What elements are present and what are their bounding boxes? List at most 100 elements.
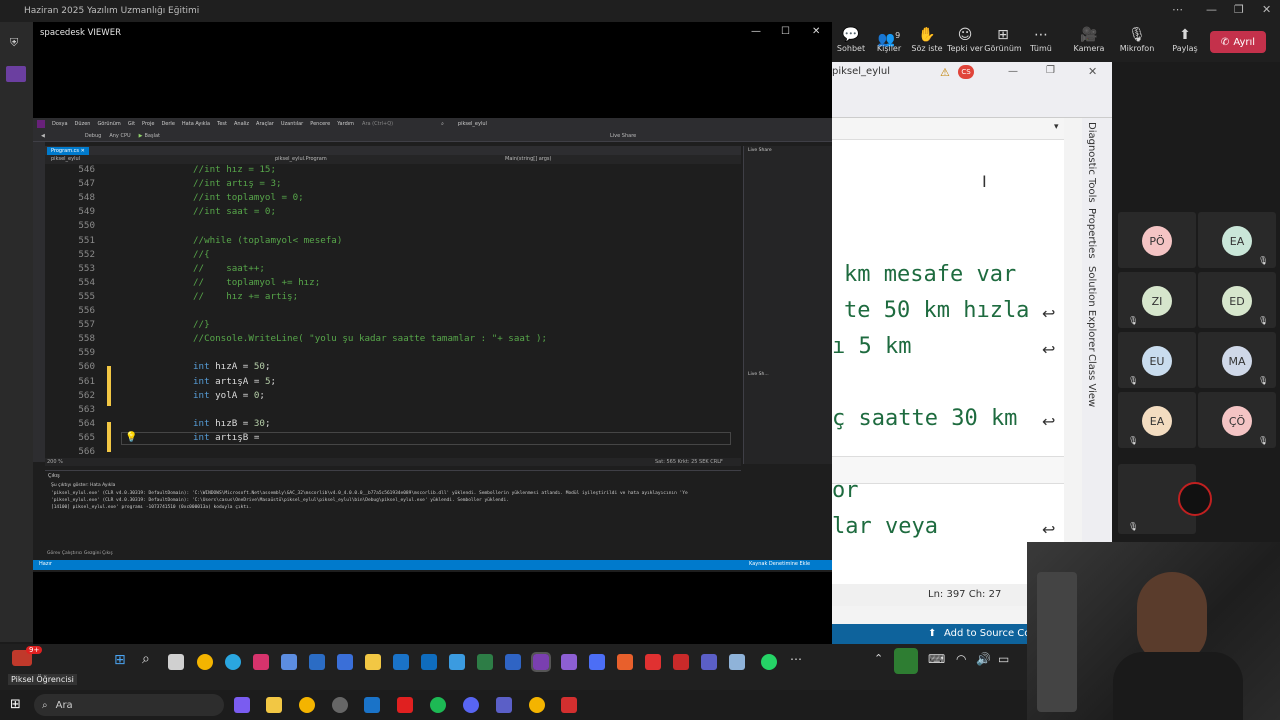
instagram-icon[interactable] [253, 654, 269, 670]
menu-window[interactable]: Pencere [310, 121, 330, 127]
tb-react[interactable]: ☺ Tepki ver [946, 22, 984, 53]
rv-minimize-icon[interactable]: — [1008, 66, 1018, 77]
rv-restore-icon[interactable]: ❐ [1046, 65, 1055, 76]
youtube-icon[interactable] [397, 697, 413, 713]
more-icon[interactable]: ⋯ [1172, 3, 1183, 16]
code-editor[interactable]: 💡 546 //int hız = 15; 547 //int artış = 3; 5… [45, 164, 741, 458]
more-icon[interactable]: ⋯ [790, 652, 802, 666]
right-panel-tab[interactable]: Live Sh... [748, 372, 769, 377]
sd-minimize-icon[interactable]: — [751, 26, 761, 37]
teams-icon[interactable] [496, 697, 512, 713]
back-icon[interactable]: ◀ [41, 133, 45, 139]
visual-studio-2-icon[interactable] [561, 654, 577, 670]
menu-project[interactable]: Proje [142, 121, 154, 127]
menu-tools[interactable]: Araçlar [256, 121, 274, 127]
taskview-icon[interactable] [168, 654, 184, 670]
tb-mic[interactable]: 🎙 Mikrofon [1118, 22, 1156, 53]
tb-view[interactable]: ⊞ Görünüm [984, 22, 1022, 53]
menu-analyze[interactable]: Analiz [234, 121, 249, 127]
participant-tile-8[interactable]: 🎙 [1118, 464, 1212, 534]
menu-git[interactable]: Git [128, 121, 135, 127]
app-icon[interactable] [645, 654, 661, 670]
dropdown-icon[interactable]: ▾ [1054, 122, 1059, 132]
menu-extensions[interactable]: Uzantılar [281, 121, 303, 127]
search-icon[interactable]: ⌕ [142, 651, 150, 667]
app-icon[interactable] [589, 654, 605, 670]
menu-test[interactable]: Test [217, 121, 227, 127]
chrome-icon[interactable] [197, 654, 213, 670]
keyboard-icon[interactable]: ⌨ [928, 652, 945, 666]
chrome-icon[interactable] [529, 697, 545, 713]
bottom-tabs-label[interactable]: Görev Çalıştırıcı Gezgini Çıkış [47, 551, 113, 556]
participant-tile-3[interactable]: ED 🎙 [1198, 272, 1276, 328]
participant-tile-1[interactable]: EA 🎙 [1198, 212, 1276, 268]
tb-raise-hand[interactable]: ✋ Söz iste [908, 22, 946, 53]
app-icon[interactable] [477, 654, 493, 670]
vs-platform[interactable]: Any CPU [109, 133, 130, 139]
rv-editor[interactable]: Ⅰ km mesafe var te 50 km hızla ↩ ı 5 km … [832, 140, 1064, 584]
spacedesk-icon[interactable] [561, 697, 577, 713]
mic-active-icon[interactable] [894, 648, 918, 674]
menu-debug[interactable]: Hata Ayıkla [182, 121, 210, 127]
participant-tile-7[interactable]: ÇÖ 🎙 [1198, 392, 1276, 448]
lightbulb-icon[interactable]: 💡 [125, 432, 137, 443]
start-button[interactable]: ▶ [139, 133, 143, 139]
outlook-icon[interactable] [393, 654, 409, 670]
nav-class[interactable]: piksel_eylul.Program [275, 156, 327, 162]
rv-close-icon[interactable]: ✕ [1088, 65, 1097, 78]
app-icon[interactable] [337, 654, 353, 670]
side-tab-diagnostic[interactable]: Diagnostic Tools [1086, 122, 1097, 203]
mail-icon[interactable] [421, 654, 437, 670]
side-tab-properties[interactable]: Properties [1086, 208, 1097, 259]
nav-project[interactable]: piksel_eylul [51, 156, 80, 162]
whatsapp-icon[interactable] [761, 654, 777, 670]
chrome-icon[interactable] [299, 697, 315, 713]
visual-studio-icon[interactable] [531, 652, 551, 672]
app-icon[interactable] [332, 697, 348, 713]
chevron-up-icon[interactable]: ⌃ [874, 652, 883, 665]
taskbar-search[interactable]: ⌕ Ara [34, 694, 224, 716]
discord-icon[interactable] [463, 697, 479, 713]
menu-file[interactable]: Dosya [52, 121, 68, 127]
copilot-icon[interactable] [234, 697, 250, 713]
minimize-icon[interactable]: — [1206, 3, 1217, 16]
tb-camera[interactable]: 🎥 Kamera [1070, 22, 1108, 53]
store-icon[interactable] [309, 654, 325, 670]
menu-build[interactable]: Derle [161, 121, 174, 127]
edge-icon[interactable] [225, 654, 241, 670]
outlook-icon[interactable] [364, 697, 380, 713]
vs-search-box[interactable]: Ara (Ctrl+Q) [362, 121, 393, 127]
tb-share[interactable]: ⬆ Paylaş [1166, 22, 1204, 53]
output-source[interactable]: Şu çıktıyı göster: Hata Ayıkla [51, 483, 115, 488]
netflix-icon[interactable] [673, 654, 689, 670]
maximize-icon[interactable]: ❐ [1234, 3, 1244, 16]
wifi-icon[interactable]: ◠ [956, 652, 966, 666]
spotify-icon[interactable] [430, 697, 446, 713]
participant-tile-0[interactable]: PÖ [1118, 212, 1196, 268]
participant-tile-6[interactable]: EA 🎙 [1118, 392, 1196, 448]
live-share-button[interactable]: Live Share [610, 133, 636, 139]
explorer-icon[interactable] [266, 697, 282, 713]
zoom-level[interactable]: 200 % [47, 459, 63, 465]
app-icon[interactable] [617, 654, 633, 670]
menu-view[interactable]: Görünüm [97, 121, 120, 127]
vscode-icon[interactable] [449, 654, 465, 670]
menu-help[interactable]: Yardım [337, 121, 354, 127]
sd-maximize-icon[interactable]: ☐ [781, 26, 790, 37]
leave-button[interactable]: ✆ Ayrıl [1210, 31, 1266, 53]
windows-icon[interactable]: ⊞ [114, 652, 126, 668]
calculator-icon[interactable] [505, 654, 521, 670]
close-icon[interactable]: ✕ [1262, 3, 1271, 16]
nav-member[interactable]: Main(string[] args) [505, 156, 552, 162]
windows-icon[interactable]: ⊞ [10, 697, 21, 712]
vs-debug-config[interactable]: Debug [85, 133, 101, 139]
tb-more[interactable]: ⋯ Tümü [1022, 22, 1060, 53]
side-tab-solution[interactable]: Solution Explorer [1086, 266, 1097, 352]
rv-file-tab[interactable]: piksel_eylul [832, 66, 890, 77]
participant-tile-4[interactable]: EU 🎙 [1118, 332, 1196, 388]
tb-people[interactable]: 👥9 Kişiler [870, 22, 908, 53]
app-icon[interactable] [729, 654, 745, 670]
volume-icon[interactable]: 🔊 [976, 652, 991, 666]
tb-chat[interactable]: 💬 Sohbet [832, 22, 870, 53]
menu-edit[interactable]: Düzen [75, 121, 91, 127]
